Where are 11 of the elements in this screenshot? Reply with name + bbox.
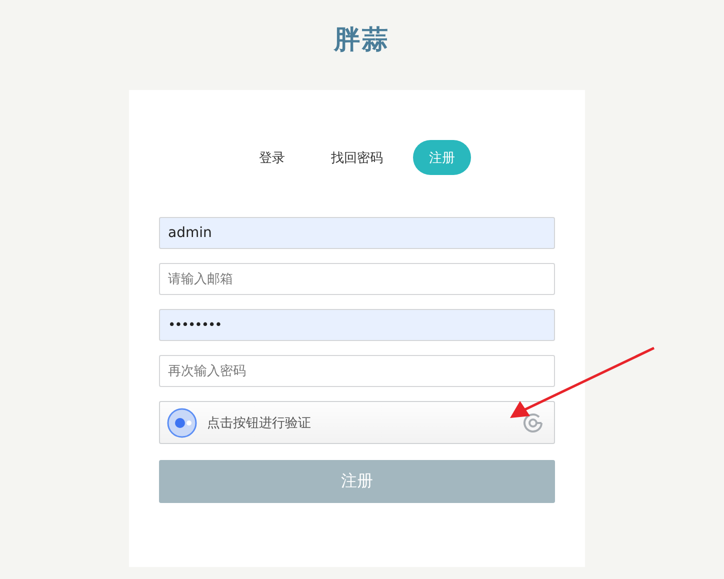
site-title: 胖蒜 — [334, 24, 390, 57]
captcha-button[interactable]: 点击按钮进行验证 — [159, 401, 555, 444]
input-field[interactable]: admin — [159, 217, 555, 249]
captcha-icon — [167, 408, 197, 438]
captcha-label: 点击按钮进行验证 — [207, 414, 312, 432]
refresh-icon — [522, 412, 544, 434]
tab[interactable]: 登录 — [243, 140, 301, 175]
tab[interactable]: 找回密码 — [315, 140, 399, 175]
input-field[interactable]: 再次输入密码 — [159, 355, 555, 387]
input-field[interactable]: •••••••• — [159, 309, 555, 341]
input-field[interactable]: 请输入邮箱 — [159, 263, 555, 295]
